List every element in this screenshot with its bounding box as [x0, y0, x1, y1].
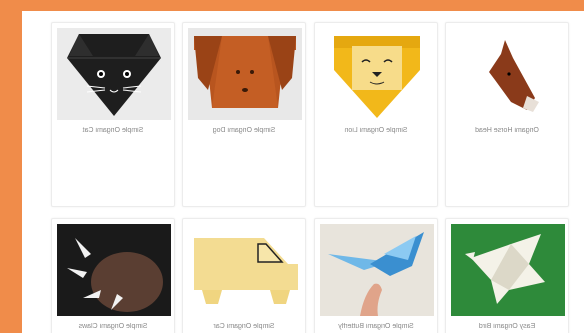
gallery-card-claws[interactable]: Simple Origami Claws — [51, 218, 175, 333]
gallery-card-bird[interactable]: Easy Origami Bird — [445, 218, 569, 333]
gallery-card-butterfly[interactable]: Simple Origami Butterfly — [314, 218, 438, 333]
origami-claws-image[interactable] — [57, 224, 171, 316]
origami-cat-image[interactable] — [57, 28, 171, 120]
gallery-card-title[interactable]: Simple Origami Cat — [55, 127, 171, 134]
origami-horse-head-image[interactable] — [451, 28, 565, 120]
gallery-card-title[interactable]: Simple Origami Claws — [55, 323, 171, 330]
gallery-card-title[interactable]: Simple Origami Butterfly — [318, 323, 434, 330]
gallery-card-lion[interactable]: Simple Origami Lion — [314, 22, 438, 207]
origami-butterfly-image[interactable] — [320, 224, 434, 316]
gallery-card-title[interactable]: Simple Origami Car — [186, 323, 302, 330]
gallery-panel: Simple Origami Cat Simple Origami Dog Si… — [22, 11, 584, 333]
origami-dog-image[interactable] — [188, 28, 302, 120]
origami-lion-image[interactable] — [320, 28, 434, 120]
gallery-card-horse-head[interactable]: Origami Horse Head — [445, 22, 569, 207]
gallery-card-title[interactable]: Origami Horse Head — [449, 127, 565, 134]
origami-bird-image[interactable] — [451, 224, 565, 316]
gallery-card-title[interactable]: Easy Origami Bird — [449, 323, 565, 330]
gallery-card-title[interactable]: Simple Origami Lion — [318, 127, 434, 134]
gallery-card-title[interactable]: Simple Origami Dog — [186, 127, 302, 134]
gallery-card-cat[interactable]: Simple Origami Cat — [51, 22, 175, 207]
origami-car-image[interactable] — [188, 224, 302, 316]
gallery-card-dog[interactable]: Simple Origami Dog — [182, 22, 306, 207]
gallery-card-car[interactable]: Simple Origami Car — [182, 218, 306, 333]
